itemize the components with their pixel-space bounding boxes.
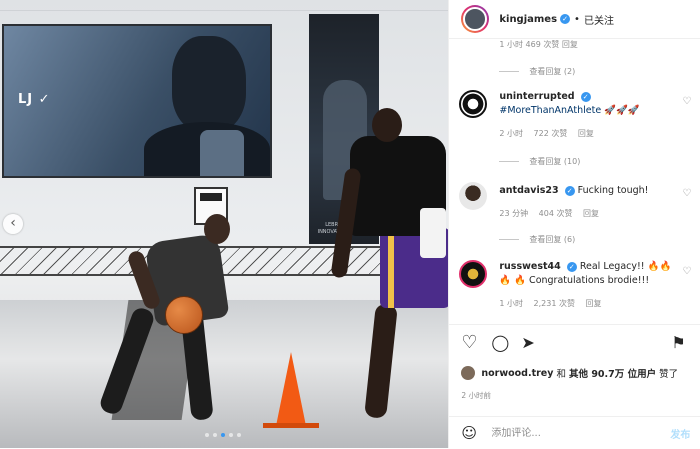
comment-meta-partial: 1 小时 469 次赞 回复 bbox=[499, 40, 578, 49]
post-side-panel: kingjames ✓ • 已关注 1 小时 469 次赞 回复 查看回复 (2… bbox=[448, 0, 700, 448]
commenter-username[interactable]: russwest44 bbox=[499, 261, 560, 272]
training-cone-base bbox=[263, 423, 319, 428]
replies-dash bbox=[499, 71, 520, 72]
commenter-avatar[interactable] bbox=[459, 90, 488, 118]
like-icon[interactable]: ♡ bbox=[461, 333, 477, 353]
comment-text: antdavis23 ✓ Fucking tough! bbox=[499, 184, 679, 198]
replies-dash bbox=[499, 239, 520, 240]
post-actions-bar: ♡ ◯ ➤ ⚑ bbox=[449, 324, 700, 365]
commenter-username[interactable]: antdavis23 bbox=[499, 185, 558, 196]
likes-suffix: 赞了 bbox=[659, 369, 679, 380]
comment-like-icon[interactable]: ♡ bbox=[682, 188, 691, 199]
view-replies-button[interactable]: 查看回复 (10) bbox=[499, 156, 580, 167]
comment-likes[interactable]: 722 次赞 bbox=[534, 129, 568, 138]
screen-portrait-face bbox=[172, 36, 246, 132]
likes-others-button[interactable]: 其他 90.7万 位用户 bbox=[569, 366, 656, 380]
player-head bbox=[204, 214, 230, 244]
commenter-avatar[interactable] bbox=[459, 182, 488, 210]
instagram-post: LJ ✓ LEBRON JAMES INNOVATION CENTER bbox=[0, 0, 700, 448]
comment-like-icon[interactable]: ♡ bbox=[682, 96, 691, 107]
author-avatar[interactable] bbox=[461, 5, 490, 33]
comment-text: russwest44 ✓ Real Legacy!! 🔥🔥🔥 🔥 Congrat… bbox=[499, 260, 679, 288]
comment-body[interactable]: #MoreThanAnAthlete 🚀🚀🚀 bbox=[499, 105, 639, 116]
liker-avatar[interactable] bbox=[461, 366, 476, 380]
carousel-dot bbox=[205, 433, 209, 437]
author-username[interactable]: kingjames bbox=[499, 14, 557, 25]
reply-button[interactable]: 回复 bbox=[578, 129, 594, 138]
view-replies-label: 查看回复 (10) bbox=[529, 157, 581, 166]
author-avatar-image bbox=[463, 7, 488, 31]
carousel-dot-active bbox=[221, 433, 225, 437]
towel bbox=[420, 208, 446, 258]
training-cone bbox=[276, 352, 306, 426]
commenter-username[interactable]: uninterrupted bbox=[499, 91, 574, 102]
player-leg bbox=[364, 303, 398, 419]
commenter-avatar[interactable] bbox=[459, 260, 488, 288]
replies-dash bbox=[499, 161, 520, 162]
comment-time: 23 分钟 bbox=[499, 209, 529, 218]
post-header: kingjames ✓ • 已关注 bbox=[449, 0, 700, 39]
share-icon[interactable]: ➤ bbox=[521, 333, 534, 353]
likes-summary: norwood.trey 和 其他 90.7万 位用户 赞了 bbox=[461, 366, 678, 380]
post-timestamp[interactable]: 2 小时前 bbox=[461, 390, 491, 401]
comment-meta: 1 小时 2,231 次赞 回复 bbox=[499, 298, 609, 309]
comment-body: Fucking tough! bbox=[577, 185, 649, 196]
verified-badge-icon: ✓ bbox=[580, 91, 591, 102]
save-icon[interactable]: ⚑ bbox=[671, 333, 685, 353]
player-head bbox=[372, 108, 402, 142]
carousel-dot bbox=[213, 433, 217, 437]
carousel-dots bbox=[205, 433, 241, 437]
comment-icon[interactable]: ◯ bbox=[491, 333, 509, 353]
basketball bbox=[165, 296, 203, 334]
reply-button[interactable]: 回复 bbox=[583, 209, 599, 218]
screen-portrait-jersey bbox=[200, 130, 244, 176]
following-button[interactable]: 已关注 bbox=[584, 12, 614, 27]
ceiling-line bbox=[0, 10, 449, 11]
video-screen: LJ ✓ bbox=[2, 24, 272, 178]
emoji-icon[interactable]: ☺ bbox=[461, 424, 477, 442]
shorts-stripe bbox=[388, 228, 394, 308]
view-replies-button[interactable]: 查看回复 (6) bbox=[499, 234, 575, 245]
verified-badge-icon: ✓ bbox=[560, 14, 571, 24]
liker-username[interactable]: norwood.trey bbox=[481, 368, 553, 379]
header-separator: • bbox=[574, 13, 580, 25]
add-comment-bar: ☺ 发布 bbox=[449, 416, 700, 449]
verified-badge-icon: ✓ bbox=[566, 261, 577, 272]
likes-and: 和 bbox=[556, 369, 566, 380]
comment-meta: 2 小时 722 次赞 回复 bbox=[499, 128, 602, 139]
view-replies-label: 查看回复 (2) bbox=[529, 67, 576, 76]
post-comment-button[interactable]: 发布 bbox=[670, 426, 690, 441]
comment-time: 1 小时 bbox=[499, 299, 523, 308]
comment-likes[interactable]: 404 次赞 bbox=[539, 209, 573, 218]
reply-button[interactable]: 回复 bbox=[586, 299, 602, 308]
comment-time: 2 小时 bbox=[499, 129, 523, 138]
screen-logo: LJ ✓ bbox=[18, 92, 51, 107]
verified-badge-icon: ✓ bbox=[564, 185, 575, 196]
defending-player bbox=[330, 108, 449, 428]
comment-like-icon[interactable]: ♡ bbox=[682, 266, 691, 277]
view-replies-button[interactable]: 查看回复 (2) bbox=[499, 66, 575, 77]
comment-input[interactable] bbox=[489, 422, 664, 444]
carousel-prev-button[interactable]: ‹ bbox=[3, 214, 23, 234]
carousel-dot bbox=[229, 433, 233, 437]
comment-likes[interactable]: 2,231 次赞 bbox=[534, 299, 575, 308]
post-photo[interactable]: LJ ✓ LEBRON JAMES INNOVATION CENTER bbox=[0, 0, 449, 448]
view-replies-label: 查看回复 (6) bbox=[529, 235, 576, 244]
comments-list[interactable]: 1 小时 469 次赞 回复 查看回复 (2) uninterrupted ✓ … bbox=[449, 38, 700, 324]
player-leg bbox=[97, 305, 157, 417]
comment-text: uninterrupted ✓ #MoreThanAnAthlete 🚀🚀🚀 bbox=[499, 90, 679, 118]
carousel-dot bbox=[237, 433, 241, 437]
comment-meta: 23 分钟 404 次赞 回复 bbox=[499, 208, 607, 219]
